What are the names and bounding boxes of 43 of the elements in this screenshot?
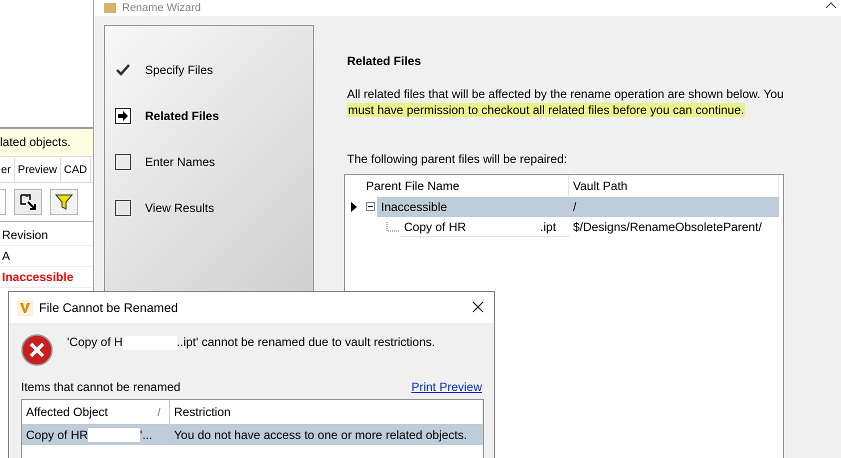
check-icon (115, 64, 131, 76)
app-logo-icon (17, 300, 33, 316)
table-cell: / (569, 197, 779, 217)
checkbox-icon (115, 154, 131, 170)
tab[interactable]: er (0, 158, 15, 182)
filter-icon (55, 194, 73, 210)
tree-item[interactable]: Copy of HR .ipt (400, 217, 569, 237)
redaction-block (88, 428, 140, 442)
table-cell-text: $/Designs/RenameObsoleteParent/ (572, 219, 763, 236)
step-label: View Results (145, 201, 214, 215)
tree-line (386, 222, 400, 232)
table-cell-text: You do not have access to one or more related objects. (173, 428, 468, 442)
file-extension: .ipt (540, 219, 556, 236)
checkbox-icon (115, 200, 131, 216)
row-pointer-icon (350, 202, 356, 212)
table-cell: '... (140, 428, 152, 442)
dialog-title: File Cannot be Renamed (39, 300, 178, 314)
tab[interactable]: Preview (14, 158, 61, 182)
collapse-icon[interactable] (366, 202, 377, 212)
grid-caption: The following parent files will be repaired: (347, 152, 568, 166)
arrow-icon (115, 108, 131, 124)
column-header: Restriction (170, 401, 483, 423)
print-preview-link[interactable]: Print Preview (411, 380, 482, 394)
arrow-icon (18, 192, 38, 212)
section-heading: Related Files (347, 54, 422, 68)
toolbar-button[interactable] (50, 189, 78, 215)
step-label: Enter Names (145, 155, 216, 169)
table-cell: Copy of HR (26, 428, 88, 442)
toolbar-button[interactable] (14, 189, 42, 215)
file-name: Copy of HR (404, 219, 466, 236)
info-banner: lated objects. (0, 129, 93, 157)
step-label: Related Files (145, 109, 220, 123)
error-icon (21, 334, 53, 366)
list-caption: Items that cannot be renamed (21, 380, 180, 394)
table-row[interactable]: Copy of HR '... You do not have access to one or more related objects. (22, 424, 483, 445)
tree-item[interactable]: Inaccessible (377, 197, 569, 217)
tab[interactable]: CAD (60, 158, 92, 182)
window-title: Rename Wizard (122, 2, 201, 14)
resize-grip-icon (157, 408, 161, 416)
description-text: All related files that will be affected by the rename operation are shown below. You must have permission to checkout all related files before you can continue. (347, 86, 785, 118)
app-icon (104, 3, 116, 13)
error-message: 'Copy of H ..ipt' cannot be renamed due to vault restrictions. (67, 335, 436, 350)
step-label: Specify Files (145, 63, 214, 77)
